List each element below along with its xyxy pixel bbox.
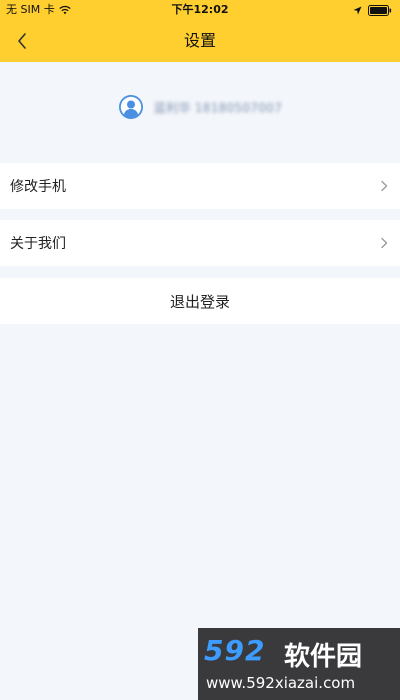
status-bar: 无 SIM 卡 下午12:02 xyxy=(0,0,400,20)
battery-icon xyxy=(368,4,392,16)
watermark-url: www.592xiazai.com xyxy=(206,674,356,692)
menu-item-change-phone[interactable]: 修改手机 xyxy=(0,163,400,209)
menu-item-label: 修改手机 xyxy=(10,179,66,195)
status-time: 下午12:02 xyxy=(171,3,229,16)
chevron-right-icon xyxy=(378,180,390,192)
page-title: 设置 xyxy=(183,31,216,50)
chevron-right-icon xyxy=(378,237,390,249)
user-avatar-icon xyxy=(118,94,144,120)
header: 无 SIM 卡 下午12:02 设置 xyxy=(0,0,400,62)
menu-item-about-us[interactable]: 关于我们 xyxy=(0,220,400,266)
user-name: 蓝利华 18180507007 xyxy=(153,100,283,115)
logout-label: 退出登录 xyxy=(169,292,230,311)
menu-item-label: 关于我们 xyxy=(10,236,66,252)
watermark-name: 软件园 xyxy=(284,642,363,672)
watermark-brand: 592 xyxy=(204,634,266,667)
logout-button[interactable]: 退出登录 xyxy=(0,278,400,324)
profile-section: 蓝利华 18180507007 xyxy=(0,62,400,152)
nav-bar: 设置 xyxy=(0,20,400,62)
watermark: 592 软件园 www.592xiazai.com xyxy=(198,628,400,700)
status-right xyxy=(353,0,392,20)
location-icon xyxy=(353,6,362,15)
